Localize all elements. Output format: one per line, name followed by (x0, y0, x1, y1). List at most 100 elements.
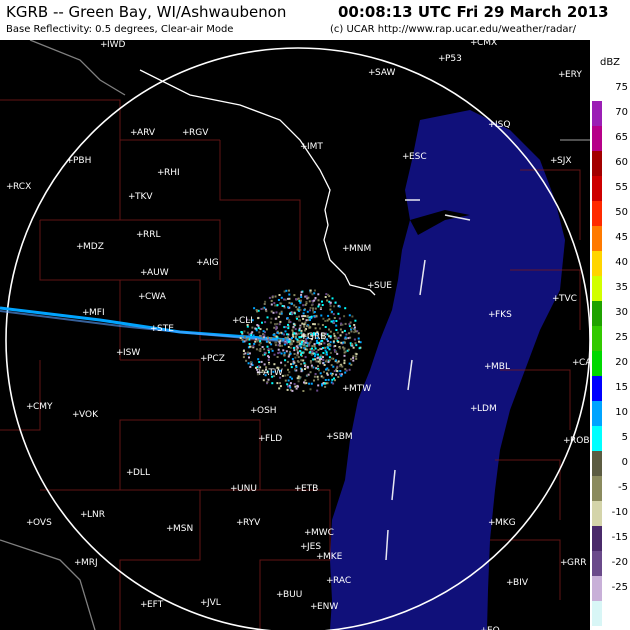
city-label: TVC (558, 294, 577, 304)
legend-label: 60 (615, 157, 628, 168)
legend-item: -10 (590, 501, 630, 526)
legend-item: 50 (590, 201, 630, 226)
legend-label: 10 (615, 407, 628, 418)
legend-item (590, 601, 630, 626)
city-label: GRB (307, 332, 326, 342)
legend-swatch (592, 101, 602, 126)
legend-item: 20 (590, 351, 630, 376)
radar-map[interactable]: + IWD + SAW + P53 + ERY + CMX + IMT + ESC + ISQ + SJX + ARV… (0, 40, 590, 630)
city-label: BIV (513, 578, 529, 588)
legend-label: -5 (618, 482, 628, 493)
city-label: SJX (557, 156, 572, 166)
legend-item: 5 (590, 426, 630, 451)
legend-label: 0 (621, 457, 628, 468)
city-marker: + GRR (560, 558, 586, 568)
city-label: AUW (147, 268, 169, 278)
city-marker: + MKE (316, 552, 343, 562)
legend-label: 40 (615, 257, 628, 268)
city-label: TKV (134, 192, 153, 202)
city-marker: + MWC (304, 528, 334, 538)
city-marker: + PCZ (200, 354, 225, 364)
city-label: CMX (477, 40, 497, 48)
legend-swatch (592, 201, 602, 226)
legend-swatch (592, 401, 602, 426)
city-marker: + STE (150, 324, 174, 334)
legend-item: -25 (590, 576, 630, 601)
city-marker: + ETB (294, 484, 318, 494)
legend-swatch (592, 251, 602, 276)
timestamp: 00:08:13 UTC Fri 29 March 2013 (338, 3, 609, 21)
city-marker: + SAW (368, 68, 396, 78)
legend-label: -20 (611, 557, 628, 568)
city-marker: + MRJ (74, 558, 98, 568)
legend-label: 45 (615, 232, 628, 243)
product-description: Base Reflectivity: 0.5 degrees, Clear-ai… (6, 24, 234, 35)
legend-label: 20 (615, 357, 628, 368)
city-marker: + ISW (116, 348, 140, 358)
city-label: SAW (375, 68, 396, 78)
city-label: MBL (491, 362, 510, 372)
city-marker: + SBM (326, 432, 353, 442)
city-marker: + OVS (26, 518, 52, 528)
city-label: STE (157, 324, 174, 334)
city-label: OSH (257, 406, 277, 416)
city-marker: + FKS (488, 310, 512, 320)
city-marker: + RRL (136, 230, 161, 240)
radar-map-canvas: + IWD + SAW + P53 + ERY + CMX + IMT + ESC + ISQ + SJX + ARV… (0, 40, 590, 630)
city-label: P53 (445, 54, 462, 64)
legend-swatch (592, 551, 602, 576)
city-label: MNM (349, 244, 371, 254)
city-label: DLL (133, 468, 150, 478)
city-marker: + VOK (72, 410, 99, 420)
city-marker: + SJX (550, 156, 572, 166)
city-marker: + MBL (484, 362, 510, 372)
city-marker: + ESC (402, 152, 427, 162)
city-marker: + RAC (326, 576, 351, 586)
city-label: UNU (237, 484, 257, 494)
legend-label: -15 (611, 532, 628, 543)
city-marker: + CLI (232, 316, 253, 326)
legend-item: 75 (590, 76, 630, 101)
city-label: RYV (243, 518, 261, 528)
legend-item: 60 (590, 151, 630, 176)
reflectivity-legend: dBZ 75 70 65 60 55 50 45 40 35 30 25 20 15 10 5 0 -5 -10-… (590, 40, 630, 630)
legend-label: -25 (611, 582, 628, 593)
city-label: RAC (333, 576, 351, 586)
legend-item: 65 (590, 126, 630, 151)
city-marker: + MTW (342, 384, 371, 394)
city-label: IMT (307, 142, 323, 152)
legend-unit: dBZ (599, 57, 621, 68)
city-label: EO (487, 626, 500, 630)
city-marker: + MNM (342, 244, 371, 254)
city-marker: + RGV (182, 128, 209, 138)
legend-item: 35 (590, 276, 630, 301)
city-label: RGV (189, 128, 209, 138)
legend-swatch (592, 151, 602, 176)
city-marker: + ENW (310, 602, 338, 612)
legend-swatch (592, 576, 602, 601)
city-label: FKS (495, 310, 512, 320)
city-label: MKE (323, 552, 343, 562)
city-marker: + LNR (80, 510, 105, 520)
city-label: ENW (317, 602, 338, 612)
legend-label: 5 (621, 432, 628, 443)
city-marker: + RYV (236, 518, 261, 528)
city-marker: + PBH (66, 156, 91, 166)
city-marker: + MKG (488, 518, 516, 528)
city-label: IWD (107, 40, 126, 50)
city-marker: + RHI (157, 168, 180, 178)
city-label: JES (306, 542, 321, 552)
legend-item: 55 (590, 176, 630, 201)
city-marker: + LDM (470, 404, 497, 414)
legend-item: 15 (590, 376, 630, 401)
city-marker: + AIG (196, 258, 219, 268)
city-label: AIG (203, 258, 219, 268)
legend-label: -10 (611, 507, 628, 518)
city-marker: + BIV (506, 578, 529, 588)
city-marker: + SUE (367, 281, 392, 291)
city-label: JVL (206, 598, 221, 608)
city-label: MKG (495, 518, 516, 528)
city-label: PCZ (207, 354, 225, 364)
city-marker: + IMT (300, 142, 323, 152)
city-label: PBH (73, 156, 91, 166)
